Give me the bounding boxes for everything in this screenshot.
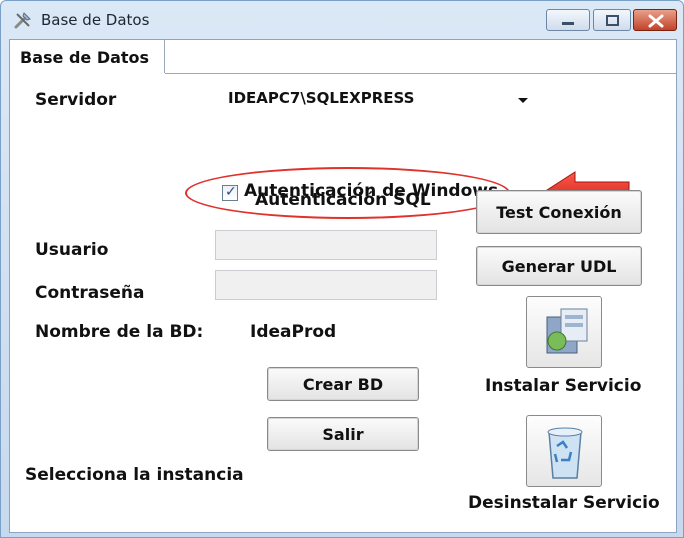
exit-label: Salir <box>322 424 364 444</box>
windows-auth-checkbox[interactable]: ✓ <box>222 184 238 201</box>
test-connection-button[interactable]: Test Conexión <box>476 190 642 234</box>
recycle-bin-icon <box>547 427 583 479</box>
client-area: Base de Datos Servidor IDEAPC7\SQLEXPRES… <box>9 39 677 533</box>
test-connection-label: Test Conexión <box>496 202 622 222</box>
tools-icon <box>14 12 31 29</box>
exit-button[interactable]: Salir <box>267 417 419 451</box>
create-db-label: Crear BD <box>302 374 384 394</box>
checkmark-icon: ✓ <box>225 184 237 200</box>
server-label: Servidor <box>35 90 117 110</box>
window-title: Base de Datos <box>41 11 150 29</box>
sql-auth-heading: Autenticación SQL <box>255 190 431 210</box>
instance-label: Selecciona la instancia <box>25 465 244 485</box>
password-label: Contraseña <box>35 283 145 303</box>
uninstall-service-button[interactable] <box>526 415 602 487</box>
password-field[interactable] <box>215 270 437 300</box>
tab-label: Base de Datos <box>20 48 150 67</box>
install-service-button[interactable] <box>526 296 602 368</box>
create-db-button[interactable]: Crear BD <box>267 367 419 401</box>
app-window: Base de Datos Base de Datos Servidor IDE… <box>0 0 684 538</box>
close-button[interactable] <box>633 9 677 31</box>
db-name-value: IdeaProd <box>250 322 337 342</box>
user-field[interactable] <box>215 230 437 260</box>
generate-udl-label: Generar UDL <box>501 256 617 276</box>
close-icon <box>648 14 664 28</box>
generate-udl-button[interactable]: Generar UDL <box>476 246 642 286</box>
install-service-label: Instalar Servicio <box>485 376 642 396</box>
maximize-icon <box>606 15 619 26</box>
db-name-label: Nombre de la BD: <box>35 322 204 342</box>
tab-base-de-datos[interactable]: Base de Datos <box>10 40 165 73</box>
server-value: IDEAPC7\SQLEXPRESS <box>228 89 415 107</box>
minimize-button[interactable] <box>546 9 590 31</box>
server-combobox[interactable]: IDEAPC7\SQLEXPRESS <box>218 84 534 114</box>
maximize-button[interactable] <box>593 9 631 31</box>
title-bar[interactable]: Base de Datos <box>1 1 683 39</box>
install-box-icon <box>546 308 588 354</box>
chevron-down-icon[interactable] <box>518 98 528 103</box>
tab-divider <box>165 73 676 74</box>
minimize-icon <box>562 22 574 25</box>
uninstall-service-label: Desinstalar Servicio <box>468 493 660 513</box>
user-label: Usuario <box>35 240 109 260</box>
